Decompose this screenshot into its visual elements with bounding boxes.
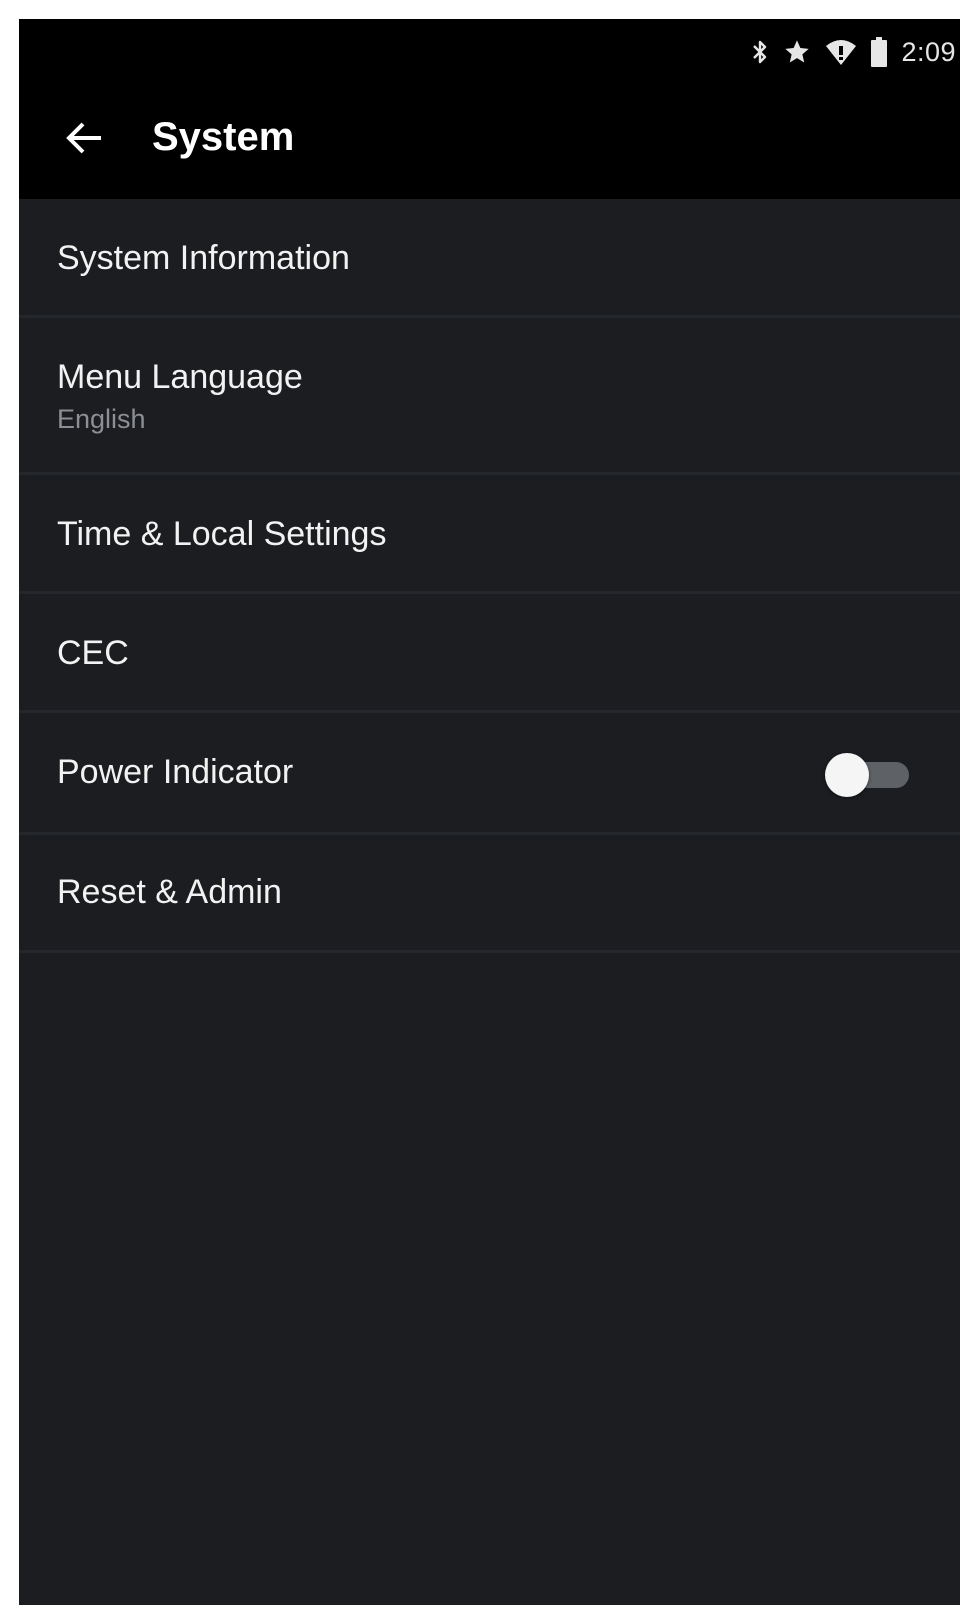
menu-item-value: English bbox=[57, 404, 146, 434]
back-button[interactable] bbox=[59, 113, 109, 163]
status-bar: 2:09 bbox=[19, 19, 960, 83]
page-title: System bbox=[152, 115, 295, 159]
menu-item-label: Power Indicator bbox=[57, 753, 294, 791]
star-icon bbox=[783, 38, 811, 66]
toggle-thumb bbox=[825, 753, 869, 797]
status-time: 2:09 bbox=[901, 36, 956, 67]
settings-screen: 2:09 System System Information Menu Lang… bbox=[19, 19, 960, 1605]
arrow-back-icon bbox=[66, 122, 101, 154]
battery-icon bbox=[871, 37, 888, 67]
menu-item-label: Reset & Admin bbox=[57, 873, 282, 911]
power-indicator-toggle[interactable] bbox=[825, 753, 911, 797]
menu-item-time-local-settings[interactable]: Time & Local Settings bbox=[19, 475, 960, 594]
menu-item-label: System Information bbox=[57, 239, 350, 277]
menu-item-label: CEC bbox=[57, 634, 129, 672]
menu-item-label: Time & Local Settings bbox=[57, 515, 387, 553]
menu-item-menu-language[interactable]: Menu Language English bbox=[19, 318, 960, 475]
menu-item-reset-admin[interactable]: Reset & Admin bbox=[19, 835, 960, 953]
status-icons: 2:09 bbox=[751, 35, 956, 69]
menu-item-power-indicator[interactable]: Power Indicator bbox=[19, 713, 960, 835]
bluetooth-icon bbox=[751, 39, 769, 65]
menu-item-label: Menu Language bbox=[57, 358, 303, 396]
menu-item-system-information[interactable]: System Information bbox=[19, 199, 960, 318]
wifi-icon bbox=[825, 38, 857, 66]
app-bar: System bbox=[19, 83, 960, 199]
settings-list: System Information Menu Language English… bbox=[19, 199, 960, 953]
menu-item-cec[interactable]: CEC bbox=[19, 594, 960, 713]
